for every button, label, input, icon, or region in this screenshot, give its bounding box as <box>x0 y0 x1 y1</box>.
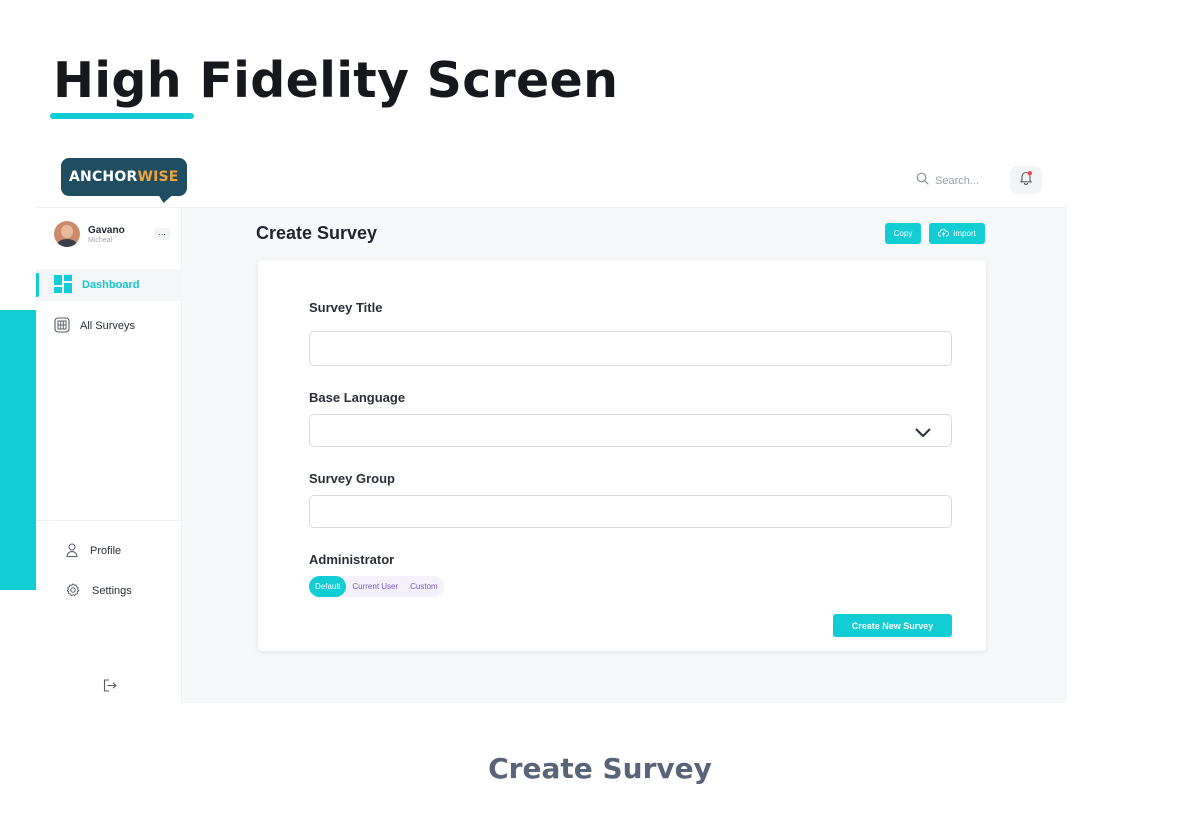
logout-button[interactable] <box>103 679 117 697</box>
heading-underline <box>50 113 194 119</box>
survey-group-label: Survey Group <box>309 471 395 486</box>
administrator-option-current-user[interactable]: Current User <box>346 576 404 597</box>
copy-button-label: Copy <box>893 229 913 238</box>
sidebar-item-label: Dashboard <box>82 279 140 291</box>
cloud-upload-icon <box>938 228 950 239</box>
administrator-segmented-control: Default Current User Custom <box>309 576 444 597</box>
gear-icon <box>66 582 80 600</box>
user-more-button[interactable]: ... <box>154 228 170 240</box>
survey-title-label: Survey Title <box>309 300 383 315</box>
search-icon <box>916 172 929 190</box>
dashboard-icon <box>54 274 72 296</box>
user-subtitle: Micheal <box>88 236 113 244</box>
base-language-select[interactable] <box>309 414 952 447</box>
logo-text-wise: WISE <box>137 169 179 185</box>
sidebar-item-all-surveys[interactable]: All Surveys <box>36 310 182 342</box>
search-input[interactable]: Search... <box>935 175 979 187</box>
sidebar: Gavano Micheal ... Dashboard All Surveys… <box>36 208 182 703</box>
logout-icon <box>103 679 117 696</box>
survey-group-input[interactable] <box>309 495 952 528</box>
administrator-option-default[interactable]: Default <box>309 576 347 597</box>
base-language-label: Base Language <box>309 390 406 405</box>
sidebar-item-label: Settings <box>92 585 132 597</box>
surveys-icon <box>54 316 70 336</box>
sidebar-item-dashboard[interactable]: Dashboard <box>36 269 182 301</box>
user-name: Gavano <box>88 224 125 236</box>
import-button[interactable]: Import <box>929 223 985 244</box>
brand-logo[interactable]: ANCHOR WISE <box>61 158 187 196</box>
chevron-down-icon <box>915 425 931 443</box>
bell-icon <box>1019 170 1033 190</box>
notifications-button[interactable] <box>1010 166 1042 194</box>
logo-text-anchor: ANCHOR <box>69 169 138 185</box>
sidebar-item-label: All Surveys <box>80 320 136 332</box>
slide-heading: High Fidelity Screen <box>53 52 619 109</box>
main-content: Create Survey Copy Import Survey Title B… <box>182 208 1067 703</box>
search-box[interactable]: Search... <box>916 172 979 190</box>
user-icon <box>66 543 78 560</box>
decorative-accent-block <box>0 310 36 590</box>
sidebar-item-label: Profile <box>90 545 122 557</box>
sidebar-item-profile[interactable]: Profile <box>36 538 182 564</box>
create-new-survey-button[interactable]: Create New Survey <box>833 614 952 637</box>
create-survey-form-card: Survey Title Base Language Survey Group … <box>258 260 986 651</box>
page-title: Create Survey <box>256 223 378 243</box>
import-button-label: Import <box>953 229 976 238</box>
top-bar: ANCHOR WISE Search... <box>36 150 1067 208</box>
sidebar-item-settings[interactable]: Settings <box>36 578 182 604</box>
slide-caption: Create Survey <box>488 752 712 785</box>
administrator-option-custom[interactable]: Custom <box>404 576 444 597</box>
administrator-label: Administrator <box>309 552 395 567</box>
copy-button[interactable]: Copy <box>885 223 921 244</box>
survey-title-input[interactable] <box>309 331 952 366</box>
app-window: ANCHORWISE Search... Gavano Micheal ... <box>36 150 1067 703</box>
avatar <box>54 221 80 247</box>
user-profile[interactable]: Gavano Micheal <box>54 221 125 247</box>
sidebar-divider <box>36 520 182 521</box>
